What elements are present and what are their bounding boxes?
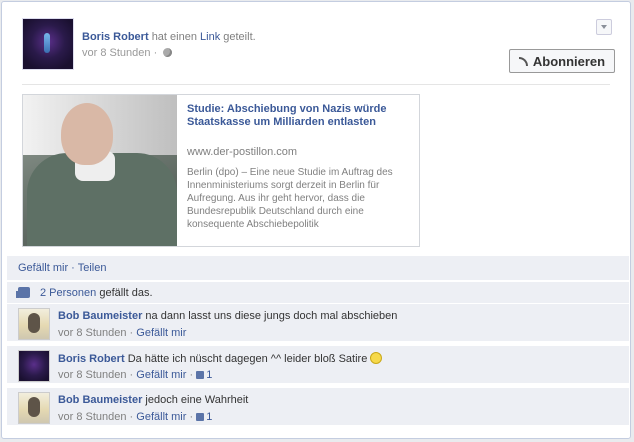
comment-text: jedoch eine Wahrheit xyxy=(145,394,249,406)
actions-separator: · xyxy=(68,262,78,274)
comment-likes-count[interactable]: 1 xyxy=(196,411,212,423)
header-divider xyxy=(22,84,610,85)
thumbs-up-icon xyxy=(196,371,205,379)
comment-time[interactable]: vor 8 Stunden xyxy=(58,411,127,423)
commenter-avatar[interactable] xyxy=(18,308,50,340)
comment-row: Boris Robert Da hätte ich nüscht dagegen… xyxy=(7,345,629,383)
comment-text: Da hätte ich nüscht dagegen ^^ leider bl… xyxy=(127,353,368,365)
comment-like-link[interactable]: Gefällt mir xyxy=(136,327,186,339)
subscribe-button[interactable]: Abonnieren xyxy=(509,49,615,73)
post-meta: vor 8 Stunden · xyxy=(82,47,173,59)
action-suffix: geteilt. xyxy=(223,31,256,43)
post-actions-bar: Gefällt mir · Teilen xyxy=(7,256,629,280)
rss-icon xyxy=(518,56,528,66)
comment-likes-number: 1 xyxy=(206,369,213,381)
thumbs-up-icon xyxy=(16,287,30,298)
thumbs-up-icon xyxy=(196,413,205,421)
author-name-link[interactable]: Boris Robert xyxy=(82,31,149,43)
like-action-link[interactable]: Gefällt mir xyxy=(18,262,68,274)
comment-meta: vor 8 Stunden · Gefällt mir · 1 xyxy=(58,411,213,423)
post-time[interactable]: vor 8 Stunden xyxy=(82,47,151,59)
globe-icon xyxy=(163,48,173,57)
comment-author-link[interactable]: Bob Baumeister xyxy=(58,394,142,406)
comment-text: na dann lasst uns diese jungs doch mal a… xyxy=(145,310,398,322)
share-action-link[interactable]: Teilen xyxy=(78,262,107,274)
comment-author-link[interactable]: Boris Robert xyxy=(58,353,125,365)
comment-like-link[interactable]: Gefällt mir xyxy=(136,369,186,381)
shared-link-thumbnail[interactable] xyxy=(23,95,177,246)
shared-link-title[interactable]: Studie: Abschiebung von Nazis würde Staa… xyxy=(187,103,407,129)
comment-likes-count[interactable]: 1 xyxy=(196,369,212,381)
shared-link-preview[interactable]: Studie: Abschiebung von Nazis würde Staa… xyxy=(22,94,420,247)
action-link[interactable]: Link xyxy=(200,31,220,43)
likes-summary-row: 2 Personen gefällt das. xyxy=(7,281,629,303)
comment-row: Bob Baumeister jedoch eine Wahrheit vor … xyxy=(7,387,629,425)
shared-link-description: Berlin (dpo) – Eine neue Studie im Auftr… xyxy=(187,167,393,230)
action-prefix: hat einen xyxy=(151,31,197,43)
smile-emoticon-icon xyxy=(370,352,383,364)
comment-likes-number: 1 xyxy=(206,411,213,423)
comment-like-link[interactable]: Gefällt mir xyxy=(136,411,186,423)
post-header: Boris Robert hat einen Link geteilt. xyxy=(82,31,256,43)
comment-time[interactable]: vor 8 Stunden xyxy=(58,327,127,339)
post-options-chevron-down-icon[interactable] xyxy=(596,19,612,35)
likes-count-link[interactable]: 2 Personen xyxy=(40,287,96,299)
subscribe-label: Abonnieren xyxy=(532,53,606,69)
comment-meta: vor 8 Stunden · Gefällt mir · 1 xyxy=(58,369,213,381)
comment-author-link[interactable]: Bob Baumeister xyxy=(58,310,142,322)
likes-suffix: gefällt das. xyxy=(99,287,153,299)
commenter-avatar[interactable] xyxy=(18,350,50,382)
comment-time[interactable]: vor 8 Stunden xyxy=(58,369,127,381)
comment-meta: vor 8 Stunden · Gefällt mir xyxy=(58,327,187,339)
author-avatar[interactable] xyxy=(22,18,74,70)
shared-link-url: www.der-postillon.com xyxy=(187,146,298,158)
commenter-avatar[interactable] xyxy=(18,392,50,424)
meta-separator: · xyxy=(153,47,158,59)
comment-row: Bob Baumeister na dann lasst uns diese j… xyxy=(7,303,629,341)
